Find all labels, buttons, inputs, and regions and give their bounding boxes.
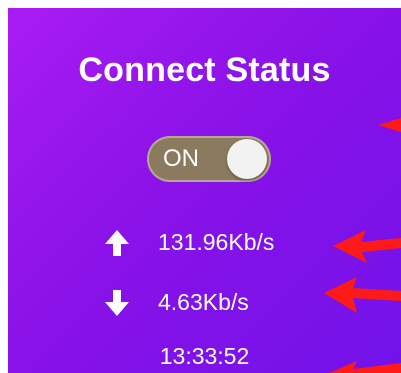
connect-status-panel: Connect Status ON 131.96Kb/s 4.63Kb/s 13… [8,8,401,373]
upload-speed-value: 131.96Kb/s [158,229,275,255]
clock-time: 13:33:52 [159,343,250,369]
toggle-label: ON [163,145,199,172]
page-title: Connect Status [78,51,331,89]
arrow-down-icon [105,290,129,316]
toggle-knob[interactable] [227,139,267,179]
connection-toggle[interactable]: ON [147,136,271,182]
upload-speed-row: 131.96Kb/s [8,222,401,262]
download-speed-row: 4.63Kb/s [8,282,401,322]
arrow-up-icon [105,230,129,256]
screenshot-frame: Connect Status ON 131.96Kb/s 4.63Kb/s 13… [0,0,401,373]
download-speed-value: 4.63Kb/s [158,289,249,315]
